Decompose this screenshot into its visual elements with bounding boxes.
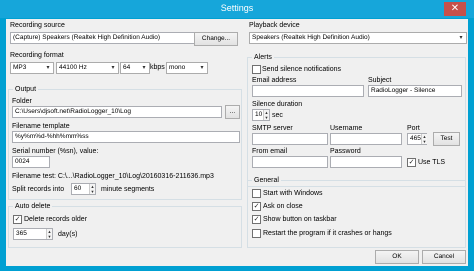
use-tls-label: Use TLS: [418, 159, 446, 166]
username-field[interactable]: [330, 133, 402, 145]
password-field[interactable]: [330, 156, 402, 168]
chevron-down-icon: ▾: [46, 65, 50, 71]
split-spinner[interactable]: ▲ ▼: [89, 184, 95, 194]
subject-field[interactable]: RadioLogger - Silence: [368, 85, 462, 97]
send-silence-checkbox[interactable]: [252, 65, 261, 74]
delete-older-label: Delete records older: [24, 216, 88, 223]
serial-number-label: Serial number (%sn), value:: [12, 148, 99, 155]
sample-rate-select[interactable]: 44100 Hz ▾: [56, 62, 119, 74]
username-label: Username: [330, 125, 363, 132]
folder-field[interactable]: C:\Users\djsoft.net\RadioLogger_10\Log: [12, 106, 222, 118]
folder-label: Folder: [12, 98, 32, 105]
output-group-title: Output: [13, 85, 39, 94]
restart-on-crash-label: Restart the program if it crashes or han…: [263, 230, 392, 237]
silence-duration-unit: sec: [272, 112, 283, 119]
channels-select[interactable]: mono ▾: [166, 62, 208, 74]
email-address-field[interactable]: [252, 85, 364, 97]
email-address-label: Email address: [252, 77, 297, 84]
chevron-down-icon: ▾: [200, 65, 204, 71]
window-title: Settings: [220, 3, 254, 13]
show-taskbar-button-label: Show button on taskbar: [263, 216, 337, 223]
ask-on-close-checkbox[interactable]: ✓: [252, 202, 261, 211]
alerts-group: Alerts Send silence notifications Email …: [247, 53, 466, 187]
general-group-title: General: [252, 176, 281, 185]
playback-device-value: Speakers (Realtek High Definition Audio): [252, 34, 370, 41]
bitrate-select[interactable]: 64 ▾: [120, 62, 150, 74]
days-unit-label: day(s): [58, 231, 78, 238]
general-group: General Start with Windows ✓ Ask on clos…: [247, 176, 466, 248]
filename-template-label: Filename template: [12, 123, 70, 130]
smtp-server-label: SMTP server: [252, 125, 293, 132]
bitrate-unit-label: kbps: [150, 64, 165, 71]
ask-on-close-label: Ask on close: [263, 203, 303, 210]
start-with-windows-label: Start with Windows: [263, 190, 323, 197]
bitrate-value: 64: [123, 64, 131, 71]
format-select[interactable]: MP3 ▾: [10, 62, 54, 74]
playback-device-select[interactable]: Speakers (Realtek High Definition Audio)…: [249, 32, 467, 44]
silence-duration-spinner[interactable]: ▲ ▼: [263, 110, 269, 120]
smtp-server-field[interactable]: [252, 133, 328, 145]
subject-label: Subject: [368, 77, 392, 84]
recording-source-field: (Capture) Speakers (Realtek High Definit…: [10, 32, 195, 44]
show-taskbar-button-checkbox[interactable]: ✓: [252, 215, 261, 224]
chevron-down-icon: ▾: [142, 65, 146, 71]
channels-value: mono: [169, 64, 186, 71]
auto-delete-group-title: Auto delete: [13, 202, 53, 211]
restart-on-crash-checkbox[interactable]: [252, 229, 261, 238]
sample-rate-value: 44100 Hz: [59, 64, 87, 71]
cancel-button[interactable]: Cancel: [422, 250, 466, 264]
delete-days-spinner[interactable]: ▲ ▼: [46, 229, 52, 239]
alerts-group-title: Alerts: [252, 53, 274, 62]
recording-source-label: Recording source: [10, 22, 65, 29]
playback-device-label: Playback device: [249, 22, 300, 29]
browse-folder-button[interactable]: ...: [225, 105, 240, 119]
delete-older-checkbox[interactable]: ✓: [13, 215, 22, 224]
output-group: Output Folder C:\Users\djsoft.net\RadioL…: [8, 85, 242, 200]
ok-button[interactable]: OK: [375, 250, 419, 264]
change-button[interactable]: Change...: [194, 32, 238, 46]
settings-window: Settings ✕ Recording source (Capture) Sp…: [0, 0, 474, 271]
auto-delete-group: Auto delete ✓ Delete records older 365 ▲…: [8, 202, 242, 248]
send-silence-label: Send silence notifications: [262, 66, 341, 73]
use-tls-checkbox[interactable]: ✓: [407, 158, 416, 167]
password-label: Password: [330, 148, 361, 155]
serial-number-field[interactable]: 0024: [12, 156, 50, 168]
filename-test-text: Filename test: C:\...\RadioLogger_10\Log…: [12, 173, 214, 180]
split-records-label: Split records into: [12, 186, 65, 193]
port-label: Port: [407, 125, 420, 132]
port-spinner[interactable]: ▲ ▼: [421, 134, 427, 144]
filename-template-field[interactable]: %y%m%d-%hh%mm%ss: [12, 131, 240, 143]
chevron-down-icon: ▾: [459, 35, 463, 41]
close-icon[interactable]: ✕: [444, 2, 466, 16]
from-email-label: From email: [252, 148, 288, 155]
format-value: MP3: [13, 64, 27, 71]
test-button[interactable]: Test: [433, 132, 460, 146]
title-bar: Settings ✕: [0, 0, 474, 18]
silence-duration-label: Silence duration: [252, 101, 303, 108]
from-email-field[interactable]: [252, 156, 328, 168]
split-suffix-label: minute segments: [101, 186, 155, 193]
recording-format-label: Recording format: [10, 52, 64, 59]
chevron-down-icon: ▾: [111, 65, 115, 71]
start-with-windows-checkbox[interactable]: [252, 189, 261, 198]
settings-client-area: Recording source (Capture) Speakers (Rea…: [6, 19, 468, 266]
